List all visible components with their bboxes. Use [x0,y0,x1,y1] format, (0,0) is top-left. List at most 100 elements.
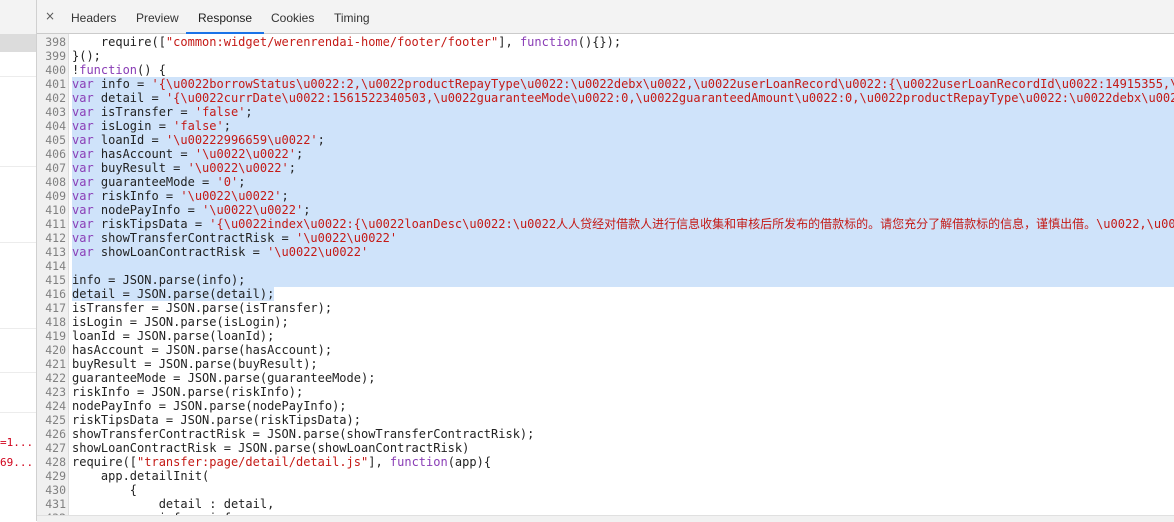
line-number: 428 [45,455,66,469]
code-text: var detail = '{\u0022currDate\u0022:1561… [72,91,1174,105]
code-text: guaranteeMode = JSON.parse(guaranteeMode… [72,371,376,385]
code-line: 417 isTransfer = JSON.parse(isTransfer); [37,301,1174,315]
request-list-header [0,0,36,35]
code-line: 419 loanId = JSON.parse(loanId); [37,329,1174,343]
code-line: 418 isLogin = JSON.parse(isLogin); [37,315,1174,329]
tab-headers[interactable]: Headers [69,0,118,33]
code-line: 398 require(["common:widget/werenrendai-… [37,35,1174,49]
line-number: 422 [45,371,66,385]
code-text: var info = '{\u0022borrowStatus\u0022:2,… [72,77,1174,91]
tab-cookies[interactable]: Cookies [269,0,316,33]
code-text: detail : detail, [72,497,275,511]
line-number: 418 [45,315,66,329]
code-line: 412 var showTransferContractRisk = '\u002… [37,231,1174,245]
line-number: 420 [45,343,66,357]
line-number: 405 [45,133,66,147]
selection-highlight [72,259,1174,273]
line-number: 407 [45,161,66,175]
tab-response[interactable]: Response [185,0,265,34]
code-text: riskInfo = JSON.parse(riskInfo); [72,385,304,399]
line-number: 398 [45,35,66,49]
code-text: showLoanContractRisk = JSON.parse(showLo… [72,441,470,455]
code-text: app.detailInit( [72,469,210,483]
code-line: 414 [37,259,1174,273]
request-name-fragment[interactable]: =1... [0,436,33,449]
code-line: 410 var nodePayInfo = '\u0022\u0022'; [37,203,1174,217]
row-divider [0,76,36,77]
code-line: 407 var buyResult = '\u0022\u0022'; [37,161,1174,175]
selection-highlight [72,119,1174,133]
code-line: 406 var hasAccount = '\u0022\u0022'; [37,147,1174,161]
code-text: var loanId = '\u00222996659\u0022'; [72,133,325,147]
code-text: var showLoanContractRisk = '\u0022\u0022… [72,245,369,259]
code-line: 413 var showLoanContractRisk = '\u0022\u0… [37,245,1174,259]
code-text: var showTransferContractRisk = '\u0022\u… [72,231,398,245]
request-list-strip[interactable]: =1... 69... [0,0,37,521]
line-number: 408 [45,175,66,189]
code-text: riskTipsData = JSON.parse(riskTipsData); [72,413,361,427]
line-number: 401 [45,77,66,91]
line-number: 404 [45,119,66,133]
row-divider [0,166,36,167]
code-line: 403 var isTransfer = 'false'; [37,105,1174,119]
code-text: var riskInfo = '\u0022\u0022'; [72,189,289,203]
line-number: 426 [45,427,66,441]
code-line: 426 showTransferContractRisk = JSON.parse… [37,427,1174,441]
code-line: 427 showLoanContractRisk = JSON.parse(sho… [37,441,1174,455]
selected-request-row[interactable] [0,34,36,52]
line-number: 429 [45,469,66,483]
code-line: 409 var riskInfo = '\u0022\u0022'; [37,189,1174,203]
line-number: 400 [45,63,66,77]
code-text: isTransfer = JSON.parse(isTransfer); [72,301,333,315]
row-divider [0,412,36,413]
code-text: var riskTipsData = '{\u0022index\u0022:{… [72,217,1174,231]
row-divider [0,242,36,243]
code-text: !function() { [72,63,166,77]
code-text: buyResult = JSON.parse(buyResult); [72,357,318,371]
code-line: 420 hasAccount = JSON.parse(hasAccount); [37,343,1174,357]
code-text: isLogin = JSON.parse(isLogin); [72,315,289,329]
row-divider [0,328,36,329]
code-text: loanId = JSON.parse(loanId); [72,329,275,343]
code-text: showTransferContractRisk = JSON.parse(sh… [72,427,535,441]
code-line: 422 guaranteeMode = JSON.parse(guaranteeM… [37,371,1174,385]
close-icon[interactable]: × [43,8,57,24]
line-number: 421 [45,357,66,371]
tab-timing[interactable]: Timing [332,0,372,33]
code-text: }(); [72,49,101,63]
line-number: 425 [45,413,66,427]
line-number: 419 [45,329,66,343]
code-line: 400 !function() { [37,63,1174,77]
line-number: 402 [45,91,66,105]
line-number: 423 [45,385,66,399]
code-line: 429 app.detailInit( [37,469,1174,483]
line-number: 399 [45,49,66,63]
code-text: var isTransfer = 'false'; [72,105,253,119]
code-line: 405 var loanId = '\u00222996659\u0022'; [37,133,1174,147]
code-text: var nodePayInfo = '\u0022\u0022'; [72,203,311,217]
line-number: 427 [45,441,66,455]
code-line: 421 buyResult = JSON.parse(buyResult); [37,357,1174,371]
line-number: 406 [45,147,66,161]
tab-preview[interactable]: Preview [134,0,181,33]
detail-tab-bar: × Headers Preview Response Cookies Timin… [37,0,1174,34]
code-line: 424 nodePayInfo = JSON.parse(nodePayInfo)… [37,399,1174,413]
code-line: 402 var detail = '{\u0022currDate\u0022:1… [37,91,1174,105]
line-number: 416 [45,287,66,301]
line-number: 424 [45,399,66,413]
code-text: hasAccount = JSON.parse(hasAccount); [72,343,333,357]
code-line: 399 }(); [37,49,1174,63]
code-line: 430 { [37,483,1174,497]
request-name-fragment[interactable]: 69... [0,456,33,469]
code-line: 431 detail : detail, [37,497,1174,511]
code-line: 428 require(["transfer:page/detail/detail… [37,455,1174,469]
response-code-viewer[interactable]: 398 require(["common:widget/werenrendai-… [37,34,1174,515]
code-line: 423 riskInfo = JSON.parse(riskInfo); [37,385,1174,399]
line-number: 411 [45,217,66,231]
code-text: require(["transfer:page/detail/detail.js… [72,455,492,469]
code-line: 404 var isLogin = 'false'; [37,119,1174,133]
code-line: 401 var info = '{\u0022borrowStatus\u0022… [37,77,1174,91]
row-divider [0,372,36,373]
code-text: require(["common:widget/werenrendai-home… [72,35,622,49]
code-text: detail = JSON.parse(detail); [72,287,275,301]
